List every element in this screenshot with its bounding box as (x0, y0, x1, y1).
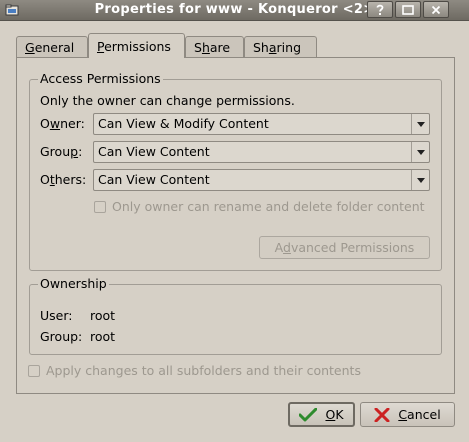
close-icon (431, 5, 441, 14)
tab-permissions[interactable]: Permissions (88, 33, 185, 58)
apply-subfolders-checkbox[interactable] (28, 365, 40, 377)
cancel-x-icon (374, 407, 390, 422)
cancel-button[interactable]: Cancel (360, 402, 455, 427)
tab-sharing[interactable]: Sharing (244, 36, 317, 57)
check-icon (299, 407, 318, 422)
group-permission-value: Can View Content (98, 144, 210, 159)
others-permission-value: Can View Content (98, 172, 210, 187)
permissions-info-text: Only the owner can change permissions. (40, 93, 295, 108)
only-owner-rename-checkbox[interactable] (94, 201, 106, 213)
only-owner-rename-label: Only owner can rename and delete folder … (112, 199, 425, 214)
advanced-permissions-button[interactable]: Advanced Permissions (259, 236, 430, 259)
maximize-icon (402, 4, 414, 15)
owner-user-value: root (90, 308, 116, 323)
others-permission-select[interactable]: Can View Content (93, 169, 430, 191)
access-permissions-title: Access Permissions (38, 71, 163, 87)
close-button[interactable] (423, 1, 449, 18)
title-bar[interactable]: Properties for www - Konqueror <2> (0, 0, 469, 21)
others-label: Others: (40, 172, 87, 187)
owner-label: Owner: (40, 116, 85, 131)
maximize-button[interactable] (395, 1, 421, 18)
owner-group-label: Group: (40, 329, 83, 344)
permissions-panel: Access Permissions Only the owner can ch… (16, 57, 455, 394)
question-icon (376, 4, 384, 15)
tab-share[interactable]: Share (185, 36, 244, 57)
owner-permission-select[interactable]: Can View & Modify Content (93, 113, 430, 135)
tab-general[interactable]: General (16, 36, 88, 57)
group-label: Group: (40, 144, 83, 159)
owner-user-label: User: (40, 308, 73, 323)
owner-permission-value: Can View & Modify Content (98, 116, 269, 131)
apply-subfolders-label: Apply changes to all subfolders and thei… (46, 363, 361, 378)
chevron-down-icon[interactable] (411, 170, 429, 190)
ok-button[interactable]: OK (288, 402, 355, 427)
chevron-down-icon[interactable] (411, 142, 429, 162)
help-button[interactable] (367, 1, 393, 18)
chevron-down-icon[interactable] (411, 114, 429, 134)
ownership-title: Ownership (38, 276, 109, 292)
owner-group-value: root (90, 329, 116, 344)
group-permission-select[interactable]: Can View Content (93, 141, 430, 163)
